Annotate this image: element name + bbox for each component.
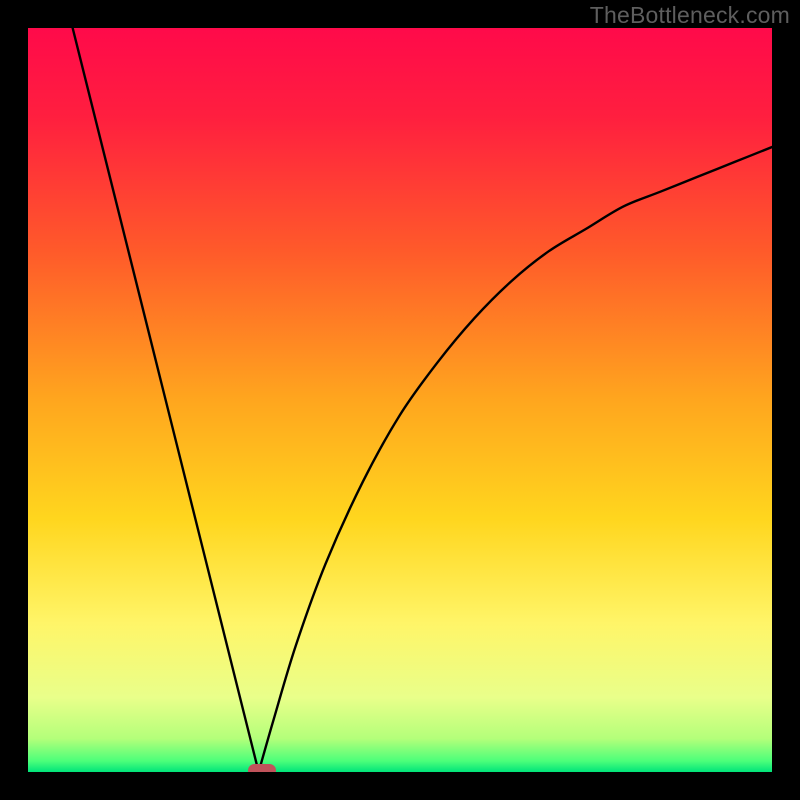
watermark-text: TheBottleneck.com (590, 2, 790, 29)
plot-area (28, 28, 772, 772)
bottleneck-curve (73, 28, 772, 772)
minimum-marker (248, 764, 276, 773)
curve-layer (28, 28, 772, 772)
chart-frame: TheBottleneck.com (0, 0, 800, 800)
